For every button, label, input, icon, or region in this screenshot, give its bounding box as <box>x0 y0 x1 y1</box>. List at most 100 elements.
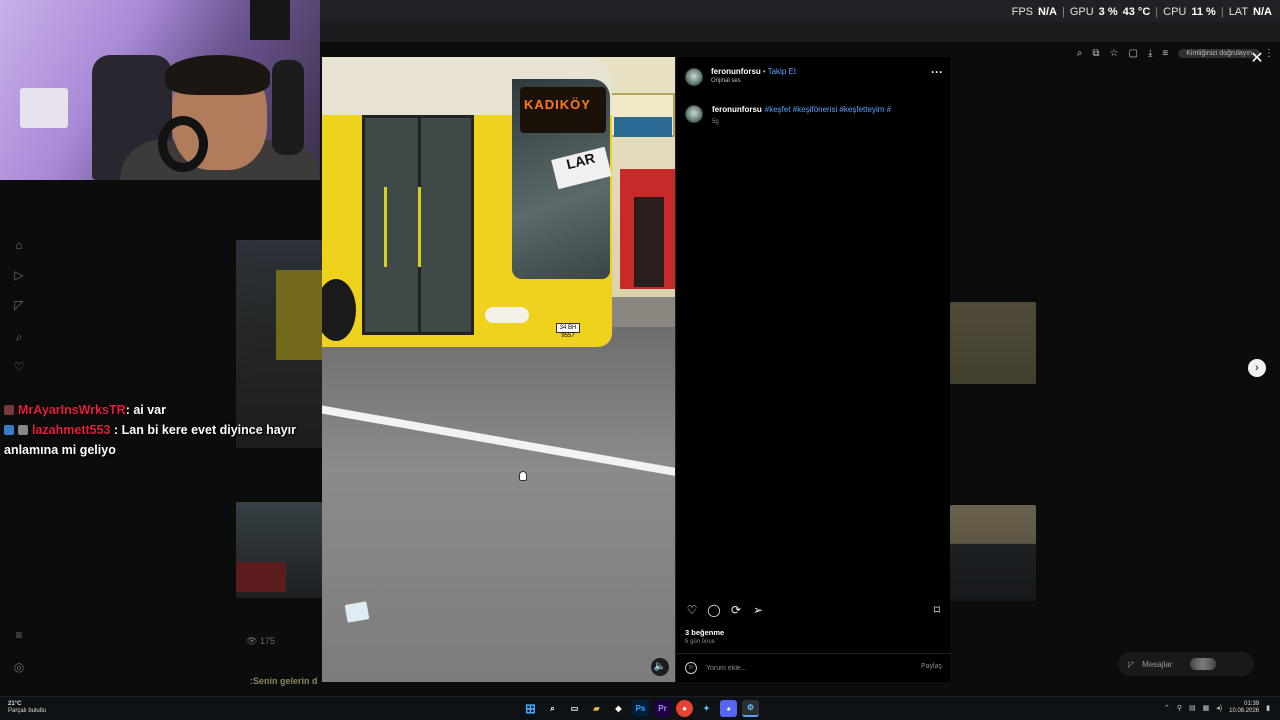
cpu-usage: 11 % <box>1191 6 1216 18</box>
twitch-chat: MrAyarInsWrksTR: ai var lazahmett553 : L… <box>4 400 304 460</box>
dot-separator: • <box>762 67 766 76</box>
avatar-group <box>1190 658 1217 670</box>
headset <box>158 116 208 172</box>
video-bus-pole <box>418 187 421 267</box>
windows-start-icon[interactable]: ⊞ <box>522 700 539 717</box>
post-header: feronunforsu • Takip Et <box>711 67 796 76</box>
lat-label: LAT <box>1228 6 1249 18</box>
emoji-icon[interactable]: ☺ <box>685 662 697 674</box>
comment-bar: ☺ Paylaş <box>676 653 951 682</box>
follow-button[interactable]: Takip Et <box>768 67 796 76</box>
cpu-label: CPU <box>1163 6 1187 18</box>
steam-icon[interactable]: ⚙ <box>742 700 759 717</box>
extensions-icon[interactable]: ▢ <box>1129 48 1138 59</box>
chat-message: MrAyarInsWrksTR: ai var <box>4 400 304 420</box>
caption-avatar[interactable] <box>685 105 703 123</box>
chat-username: MrAyarInsWrksTR <box>18 403 126 417</box>
app-icon[interactable]: ◆ <box>610 700 627 717</box>
reel-video[interactable]: KADIKÖY LAR 34 BH 9557 🔈 <box>322 57 675 682</box>
browser-menu-icon[interactable]: ⋮ <box>1264 48 1274 59</box>
comment-input[interactable] <box>706 661 886 675</box>
photoshop-icon[interactable]: Ps <box>632 700 649 717</box>
tray-chevron-icon[interactable]: ⌃ <box>1164 704 1170 712</box>
view-count-value: 175 <box>259 636 275 646</box>
avatar[interactable] <box>685 68 703 86</box>
sidebar-icon[interactable]: ≡ <box>1162 48 1168 59</box>
post-username[interactable]: feronunforsu <box>711 67 761 76</box>
like-count[interactable]: 3 beğenme <box>685 628 724 637</box>
video-litter <box>344 601 370 623</box>
view-count: 👁 175 <box>246 636 275 646</box>
thumbnail-detail <box>236 562 286 592</box>
search-icon[interactable]: ⌕ <box>12 330 26 344</box>
caption-hashtags[interactable]: #keşfet #keşifönerisi #keşfetteyim # <box>765 105 891 114</box>
post-date: 5 gün önce <box>685 639 715 645</box>
file-explorer-icon[interactable]: ▰ <box>588 700 605 717</box>
bookmark-icon[interactable]: ⌑ <box>930 603 944 617</box>
notification-icon[interactable]: ▤ <box>1189 704 1196 712</box>
windows-taskbar: 21°C Parçalı bulutlu ⊞ ⌕ ▭ ▰ ◆ Ps Pr ● ✦… <box>0 696 1280 720</box>
video-bus-plate: 34 BH 9557 <box>556 323 580 339</box>
premiere-icon[interactable]: Pr <box>654 700 671 717</box>
microphone <box>272 60 304 155</box>
heart-nav-icon[interactable]: ♡ <box>12 360 26 374</box>
zoom-icon[interactable]: ⌕ <box>1077 48 1083 59</box>
location-icon[interactable]: ⚲ <box>1177 704 1182 712</box>
notifications-bell-icon[interactable]: ▮ <box>1266 704 1270 712</box>
messages-icon[interactable]: ◸ <box>12 298 26 312</box>
feed-thumbnail[interactable] <box>236 502 322 598</box>
post-panel: feronunforsu • Takip Et Orijinal ses ··· f… <box>675 57 951 682</box>
messages-icon: ◸ <box>1128 659 1135 669</box>
post-comment-button[interactable]: Paylaş <box>921 663 942 670</box>
screen: ⌕ ⧉ ☆ ▢ ⤓ ≡ Kimliğinizi doğrulayın ⋮ FPS… <box>0 0 1280 720</box>
volume-icon[interactable]: ◂) <box>1216 704 1222 712</box>
cast-icon[interactable]: ⧉ <box>1092 48 1099 59</box>
video-shop-door <box>634 197 664 287</box>
download-icon[interactable]: ⤓ <box>1148 48 1152 59</box>
star-icon[interactable]: ☆ <box>1110 48 1119 59</box>
fps-label: FPS <box>1011 6 1033 18</box>
volume-icon[interactable]: 🔈 <box>651 658 669 676</box>
feed-thumbnail[interactable] <box>950 302 1036 384</box>
network-icon[interactable]: ▦ <box>1203 704 1210 712</box>
repost-icon[interactable]: ⟳ <box>729 603 743 617</box>
feed-thumbnail[interactable] <box>950 505 1036 601</box>
chrome-icon[interactable]: ● <box>676 700 693 717</box>
weather-widget[interactable]: 21°C Parçalı bulutlu <box>8 701 46 715</box>
send-icon[interactable]: ➢ <box>751 603 765 617</box>
heart-icon[interactable]: ♡ <box>685 603 699 617</box>
reels-icon[interactable]: ▷ <box>12 268 26 282</box>
hamburger-icon[interactable]: ≡ <box>12 628 26 642</box>
system-tray: ⌃ ⚲ ▤ ▦ ◂) 01:39 10.08.2026 ▮ <box>1164 701 1270 715</box>
profile-pill[interactable]: Kimliğinizi doğrulayın <box>1178 49 1260 58</box>
gpu-usage: 3 % <box>1098 6 1118 18</box>
search-icon[interactable]: ⌕ <box>544 700 561 717</box>
home-icon[interactable]: ⌂ <box>12 238 26 252</box>
close-icon[interactable]: ✕ <box>1250 51 1264 67</box>
app-icon[interactable]: ✦ <box>698 700 715 717</box>
thumbnail-bus <box>276 270 322 360</box>
badge-icon <box>4 405 14 415</box>
clock-date: 10.08.2026 <box>1229 708 1260 714</box>
caption-username[interactable]: feronunforsu <box>712 105 762 114</box>
discord-icon[interactable]: ◕ <box>720 700 737 717</box>
gpu-temp: 43 °C <box>1122 6 1151 18</box>
fps-value: N/A <box>1038 6 1057 18</box>
clock-time: 01:39 <box>1244 701 1260 707</box>
chat-text: : ai var <box>125 403 166 417</box>
clock[interactable]: 01:39 10.08.2026 <box>1229 701 1259 715</box>
task-view-icon[interactable]: ▭ <box>566 700 583 717</box>
gpu-label: GPU <box>1069 6 1094 18</box>
more-icon[interactable]: ··· <box>931 65 943 79</box>
comment-icon[interactable]: ◯ <box>707 603 721 617</box>
mouse-cursor-icon <box>519 471 527 481</box>
threads-icon[interactable]: ◎ <box>12 660 26 674</box>
messages-pill[interactable]: ◸ Mesajlar <box>1118 652 1254 676</box>
video-shop-sign-blue <box>614 117 672 137</box>
messages-label: Mesajlar <box>1142 659 1173 669</box>
post-audio[interactable]: Orijinal ses <box>711 78 741 84</box>
chevron-right-icon[interactable]: › <box>1248 359 1266 377</box>
lat-value: N/A <box>1253 6 1272 18</box>
caption: feronunforsu #keşfet #keşifönerisi #keşfe… <box>712 105 891 114</box>
shelf <box>20 88 68 128</box>
